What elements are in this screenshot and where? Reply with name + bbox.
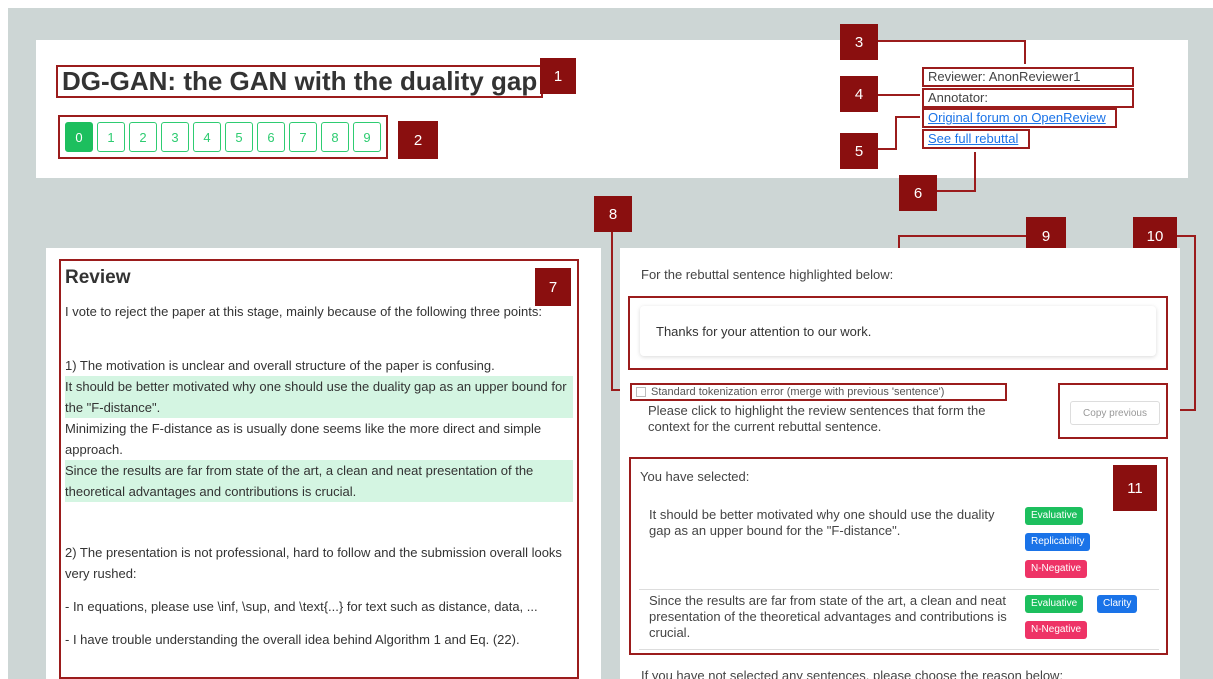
divider — [639, 589, 1159, 590]
review-sentence-selected[interactable]: It should be better motivated why one sh… — [65, 376, 573, 418]
page-button-1[interactable]: 1 — [97, 122, 125, 152]
connector-line — [895, 116, 920, 118]
callout-badge-5: 5 — [840, 133, 878, 169]
connector-line — [878, 148, 896, 150]
page-button-0[interactable]: 0 — [65, 122, 93, 152]
review-sentence[interactable]: - In equations, please use \inf, \sup, a… — [65, 596, 573, 617]
page-button-3[interactable]: 3 — [161, 122, 189, 152]
connector-line — [895, 116, 897, 150]
review-sentence[interactable]: - I have trouble understanding the overa… — [65, 629, 573, 650]
selected-item-text: It should be better motivated why one sh… — [649, 507, 995, 538]
page-button-6[interactable]: 6 — [257, 122, 285, 152]
divider — [639, 649, 1159, 650]
selected-item: It should be better motivated why one sh… — [631, 507, 1166, 589]
tag-evaluative[interactable]: Evaluative — [1025, 595, 1084, 613]
callout-badge-7: 7 — [535, 268, 571, 306]
forum-link-wrap: Original forum on OpenReview — [922, 108, 1117, 128]
annotator-label: Annotator: — [922, 88, 1134, 108]
review-sentence[interactable]: 2) The presentation is not professional,… — [65, 542, 573, 584]
rebuttal-link[interactable]: See full rebuttal — [928, 131, 1018, 146]
context-instruction: Please click to highlight the review sen… — [648, 403, 986, 434]
connector-line — [611, 232, 613, 390]
selected-sentences-panel: You have selected: It should be better m… — [629, 457, 1168, 655]
callout-badge-2: 2 — [398, 121, 438, 159]
selected-item: Since the results are far from state of … — [631, 593, 1166, 645]
review-sentence-selected[interactable]: Since the results are far from state of … — [65, 460, 573, 502]
reviewer-label: Reviewer: AnonReviewer1 — [922, 67, 1134, 87]
rebuttal-link-wrap: See full rebuttal — [922, 129, 1030, 149]
tokenization-error-label: Standard tokenization error (merge with … — [651, 386, 945, 398]
tag-n-negative[interactable]: N-Negative — [1025, 560, 1088, 578]
page-button-9[interactable]: 9 — [353, 122, 381, 152]
selected-item-text: Since the results are far from state of … — [649, 593, 1007, 640]
callout-badge-6: 6 — [899, 175, 937, 211]
tag-evaluative[interactable]: Evaluative — [1025, 507, 1084, 525]
forum-link[interactable]: Original forum on OpenReview — [928, 110, 1106, 125]
copy-previous-button[interactable]: Copy previous — [1070, 401, 1160, 425]
connector-line — [898, 235, 1026, 237]
callout-badge-8: 8 — [594, 196, 632, 232]
page-button-4[interactable]: 4 — [193, 122, 221, 152]
tag-n-negative[interactable]: N-Negative — [1025, 621, 1088, 639]
page-button-2[interactable]: 2 — [129, 122, 157, 152]
checkbox-icon[interactable] — [636, 387, 646, 397]
callout-badge-11: 11 — [1113, 465, 1157, 511]
callout-badge-4: 4 — [840, 76, 878, 112]
page-button-7[interactable]: 7 — [289, 122, 317, 152]
page-selector: 0 1 2 3 4 5 6 7 8 9 — [58, 115, 388, 159]
connector-line — [1177, 235, 1195, 237]
review-sentence[interactable]: Minimizing the F-distance as is usually … — [65, 418, 573, 460]
selected-title: You have selected: — [640, 469, 750, 484]
page-button-8[interactable]: 8 — [321, 122, 349, 152]
no-selection-prompt: If you have not selected any sentences, … — [641, 668, 1064, 679]
rebuttal-prompt: For the rebuttal sentence highlighted be… — [641, 267, 894, 282]
page-button-5[interactable]: 5 — [225, 122, 253, 152]
connector-line — [878, 94, 920, 96]
connector-line — [1194, 235, 1196, 410]
connector-line — [878, 40, 1026, 42]
callout-badge-1: 1 — [540, 58, 576, 94]
review-sentence[interactable]: I vote to reject the paper at this stage… — [65, 301, 573, 322]
copy-previous-wrap: Copy previous — [1058, 383, 1168, 439]
connector-line — [937, 190, 975, 192]
tokenization-error-checkbox[interactable]: Standard tokenization error (merge with … — [630, 383, 1007, 401]
paper-title: DG-GAN: the GAN with the duality gap — [56, 65, 544, 98]
callout-badge-3: 3 — [840, 24, 878, 60]
review-heading: Review — [65, 267, 131, 288]
connector-line — [974, 152, 976, 192]
connector-line — [1024, 40, 1026, 64]
review-sentence[interactable]: 1) The motivation is unclear and overall… — [65, 355, 573, 376]
rebuttal-sentence: Thanks for your attention to our work. — [640, 306, 1156, 356]
tag-clarity[interactable]: Clarity — [1097, 595, 1138, 613]
rebuttal-sentence-box: Thanks for your attention to our work. — [628, 296, 1168, 370]
review-panel: Review I vote to reject the paper at thi… — [59, 259, 579, 679]
tag-replicability[interactable]: Replicability — [1025, 533, 1091, 551]
